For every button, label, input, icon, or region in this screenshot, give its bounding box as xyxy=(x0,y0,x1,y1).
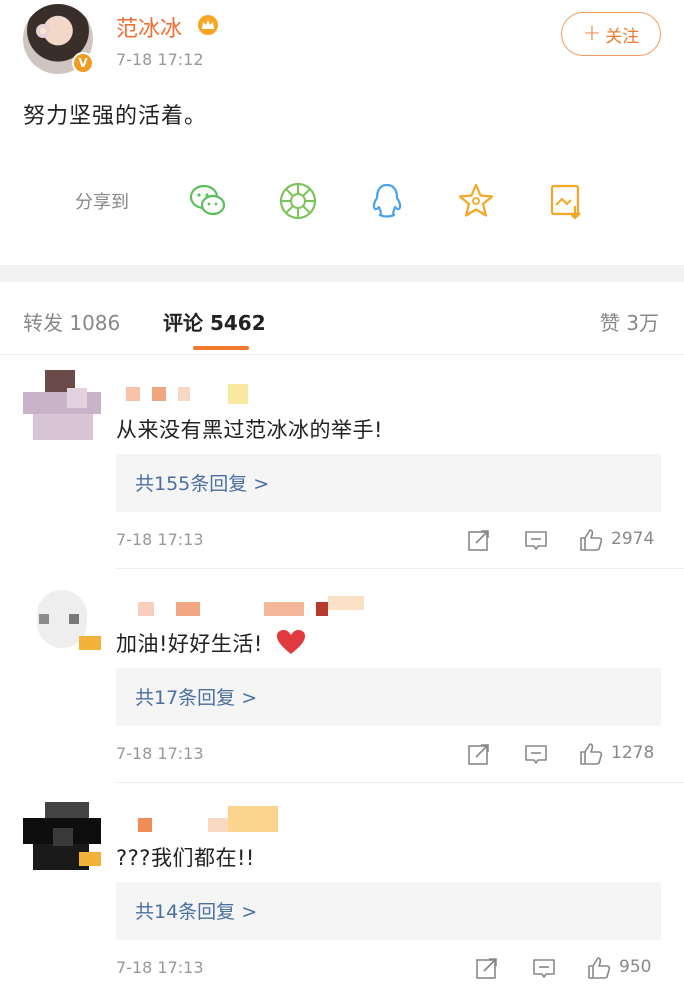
comment-time: 7-18 17:13 xyxy=(116,530,204,549)
follow-button[interactable]: + 关注 xyxy=(561,12,661,56)
crown-icon xyxy=(198,15,218,35)
like-count: 1278 xyxy=(611,743,655,763)
red-heart-icon xyxy=(277,630,306,654)
save-image-icon[interactable] xyxy=(545,180,587,222)
wechat-icon[interactable] xyxy=(187,180,229,222)
comment-time: 7-18 17:13 xyxy=(116,958,204,977)
like-icon[interactable] xyxy=(586,955,612,981)
divider xyxy=(116,782,684,783)
commenter-avatar[interactable] xyxy=(23,370,101,442)
comment-item: ???我们都在!! 共14条回复 > 7-18 17:13 950 xyxy=(0,798,684,998)
post-content: 努力坚强的活着。 xyxy=(23,104,208,129)
comment-text-content: 加油!好好生活! xyxy=(116,632,263,656)
tab-bar: 转发 1086 评论 5462 赞 3万 xyxy=(0,282,684,355)
repost-icon[interactable] xyxy=(466,741,492,767)
divider xyxy=(116,568,684,569)
reply-count-link[interactable]: 共17条回复 > xyxy=(135,683,257,710)
tab-repost[interactable]: 转发 1086 xyxy=(23,307,120,336)
reply-count-link[interactable]: 共14条回复 > xyxy=(135,897,257,924)
repost-icon[interactable] xyxy=(474,955,500,981)
plus-icon: + xyxy=(582,21,602,46)
comment-item: 从来没有黑过范冰冰的举手! 共155条回复 > 7-18 17:13 2974 xyxy=(0,370,684,570)
comment-actions: 950 xyxy=(474,953,664,983)
reply-summary[interactable]: 共14条回复 > xyxy=(116,882,661,940)
post-time: 7-18 17:12 xyxy=(116,50,204,69)
tab-likes[interactable]: 赞 3万 xyxy=(600,307,659,336)
comment-time: 7-18 17:13 xyxy=(116,744,204,763)
comment-icon[interactable] xyxy=(523,741,549,767)
like-icon[interactable] xyxy=(578,527,604,553)
commenter-name-blurred[interactable] xyxy=(116,596,376,618)
favorite-star-icon[interactable] xyxy=(455,180,497,222)
tab-comments[interactable]: 评论 5462 xyxy=(163,307,266,336)
like-count: 950 xyxy=(619,957,652,977)
commenter-avatar[interactable] xyxy=(23,584,101,656)
moments-icon[interactable] xyxy=(277,180,319,222)
section-divider xyxy=(0,265,684,282)
comment-text: ???我们都在!! xyxy=(116,846,255,870)
repost-icon[interactable] xyxy=(466,527,492,553)
reply-summary[interactable]: 共17条回复 > xyxy=(116,668,661,726)
like-count: 2974 xyxy=(611,529,655,549)
post-header: V 范冰冰 7-18 17:12 + 关注 xyxy=(0,0,684,90)
comment-text: 从来没有黑过范冰冰的举手! xyxy=(116,418,383,442)
comment-icon[interactable] xyxy=(531,955,557,981)
author-name[interactable]: 范冰冰 xyxy=(116,11,182,43)
active-tab-indicator xyxy=(193,346,249,350)
reply-summary[interactable]: 共155条回复 > xyxy=(116,454,661,512)
commenter-avatar[interactable] xyxy=(23,798,101,870)
comment-text: 加油!好好生活! xyxy=(116,628,306,658)
share-label: 分享到 xyxy=(75,192,129,213)
follow-label: 关注 xyxy=(605,26,640,47)
qq-icon[interactable] xyxy=(366,180,408,222)
comment-item: 加油!好好生活! 共17条回复 > 7-18 17:13 1278 xyxy=(0,584,684,784)
like-icon[interactable] xyxy=(578,741,604,767)
reply-count-link[interactable]: 共155条回复 > xyxy=(135,469,269,496)
commenter-name-blurred[interactable] xyxy=(116,806,376,832)
comment-actions: 1278 xyxy=(466,739,656,769)
commenter-name-blurred[interactable] xyxy=(116,384,376,406)
share-row: 分享到 xyxy=(0,172,684,232)
verified-badge-icon: V xyxy=(72,52,94,74)
comment-actions: 2974 xyxy=(466,525,656,555)
comment-icon[interactable] xyxy=(523,527,549,553)
flower-icon xyxy=(36,24,50,38)
